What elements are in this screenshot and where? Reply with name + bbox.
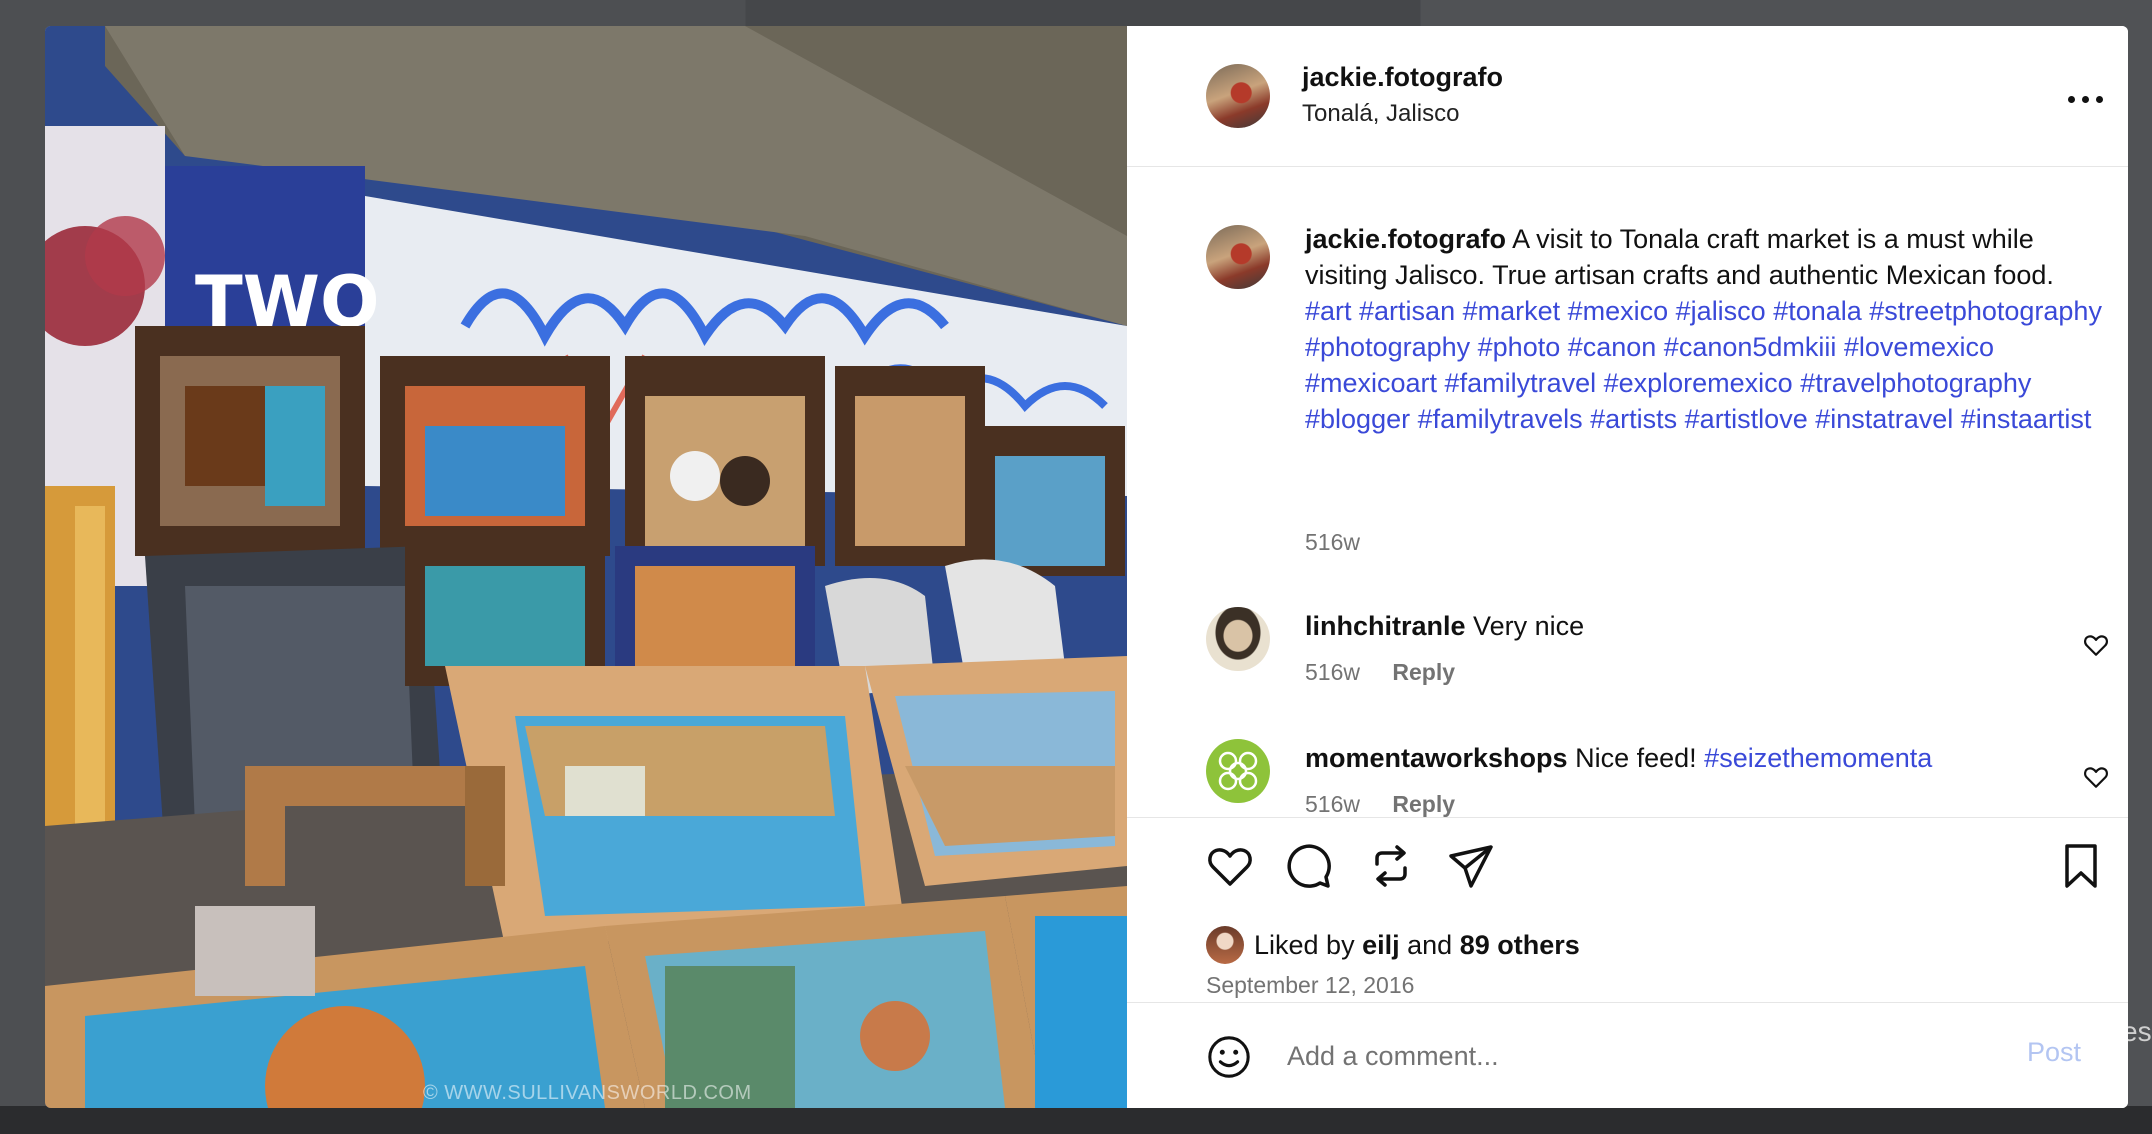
heart-icon[interactable] <box>1206 842 1254 890</box>
post-comment-button[interactable]: Post <box>2027 1037 2081 1068</box>
likes-prefix: Liked by <box>1254 930 1355 960</box>
comment-body: Very nice <box>1473 611 1585 641</box>
add-comment-bar: Post <box>1127 1002 2128 1108</box>
author-avatar[interactable] <box>1206 64 1270 128</box>
commenter-username[interactable]: momentaworkshops <box>1305 743 1568 773</box>
caption-author-avatar[interactable] <box>1206 225 1270 289</box>
comment-body: Nice feed! <box>1575 743 1697 773</box>
comment-meta: 516w Reply <box>1305 659 1455 686</box>
caption-username[interactable]: jackie.fotografo <box>1305 224 1506 254</box>
market-photo-illustration: TWO <box>45 26 1127 1108</box>
comment-like-heart-icon[interactable] <box>2083 765 2109 789</box>
comment-timestamp[interactable]: 516w <box>1305 791 1360 817</box>
bookmark-icon[interactable] <box>2057 842 2105 890</box>
post-date[interactable]: September 12, 2016 <box>1206 972 1414 999</box>
likes-text: Liked by eilj and 89 others <box>1254 930 1580 961</box>
comment-item: linhchitranle Very nice 516w Reply <box>1127 607 2128 727</box>
comment-hashtag[interactable]: #seizethemomenta <box>1704 743 1932 773</box>
commenter-username[interactable]: linhchitranle <box>1305 611 1466 641</box>
caption-timestamp[interactable]: 516w <box>1305 529 1360 556</box>
commenter-avatar[interactable] <box>1206 739 1270 803</box>
comment-text-line: momentaworkshops Nice feed! #seizethemom… <box>1305 743 1932 774</box>
post-location[interactable]: Tonalá, Jalisco <box>1302 100 1459 128</box>
background-strip <box>0 1106 2152 1134</box>
share-icon[interactable] <box>1447 842 1495 890</box>
post-caption: jackie.fotografo A visit to Tonala craft… <box>1305 221 2105 437</box>
photo-watermark: © WWW.SULLIVANSWORLD.COM <box>423 1082 752 1104</box>
momenta-logo-icon <box>1218 751 1258 791</box>
more-options-icon[interactable] <box>2068 96 2104 106</box>
likes-others-link[interactable]: 89 others <box>1460 930 1580 960</box>
comment-item: momentaworkshops Nice feed! #seizethemom… <box>1127 739 2128 817</box>
comment-icon[interactable] <box>1285 842 1333 890</box>
post-modal: TWO © WWW.SULLIVANSWORLD.COM jackie.foto… <box>45 26 2128 1108</box>
post-photo: TWO © WWW.SULLIVANSWORLD.COM <box>45 26 1127 1108</box>
comment-text-line: linhchitranle Very nice <box>1305 611 1584 642</box>
liker-username[interactable]: eilj <box>1362 930 1400 960</box>
liker-avatar[interactable] <box>1206 926 1244 964</box>
comment-timestamp[interactable]: 516w <box>1305 659 1360 685</box>
post-actions: Liked by eilj and 89 others September 12… <box>1127 817 2128 1028</box>
comments-section: jackie.fotografo A visit to Tonala craft… <box>1127 167 2128 817</box>
comment-like-heart-icon[interactable] <box>2083 633 2109 657</box>
author-username[interactable]: jackie.fotografo <box>1302 62 1503 93</box>
comment-input[interactable] <box>1285 1035 1989 1077</box>
repost-icon[interactable] <box>1367 842 1415 890</box>
emoji-icon[interactable] <box>1206 1034 1252 1080</box>
caption-hashtags[interactable]: #art #artisan #market #mexico #jalisco #… <box>1305 293 2105 437</box>
comment-meta: 516w Reply <box>1305 791 1455 817</box>
reply-button[interactable]: Reply <box>1392 791 1455 817</box>
reply-button[interactable]: Reply <box>1392 659 1455 685</box>
likes-conjunction: and <box>1407 930 1453 960</box>
post-details-panel: jackie.fotografo Tonalá, Jalisco jackie.… <box>1127 26 2128 1108</box>
commenter-avatar[interactable] <box>1206 607 1270 671</box>
post-header: jackie.fotografo Tonalá, Jalisco <box>1127 26 2128 167</box>
